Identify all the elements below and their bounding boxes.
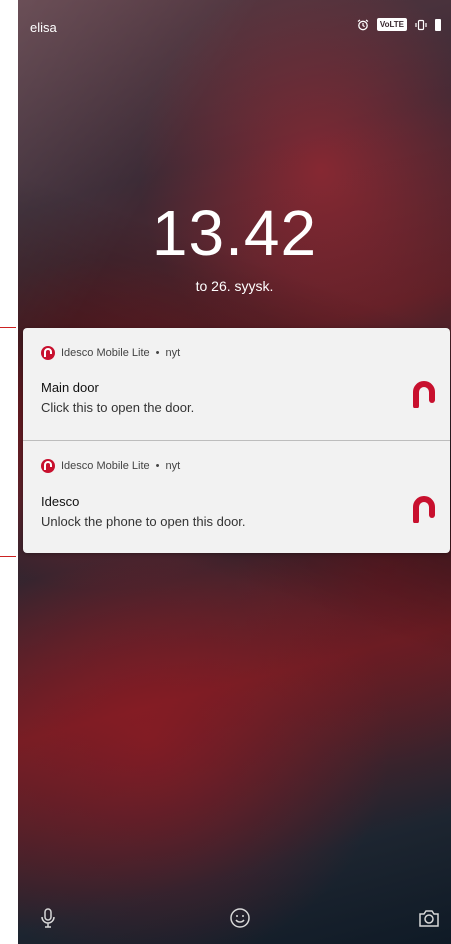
notification-title: Main door xyxy=(41,380,99,395)
status-icons: VoLTE xyxy=(357,18,441,31)
camera-icon[interactable] xyxy=(417,906,441,930)
notification-app-name: Idesco Mobile Lite xyxy=(61,460,150,472)
lock-screen: elisa VoLTE 13.42 to 26. syysk. Idesco M… xyxy=(18,0,451,944)
notification-text: Unlock the phone to open this door. xyxy=(41,514,246,529)
notification-title: Idesco xyxy=(41,494,80,509)
microphone-icon[interactable] xyxy=(36,906,60,930)
lockscreen-clock: 13.42 xyxy=(151,197,318,269)
idesco-app-icon xyxy=(41,459,55,473)
notification-age: nyt xyxy=(165,460,181,472)
notification-age: nyt xyxy=(165,347,181,359)
idesco-logo-icon xyxy=(413,381,435,408)
notification-header: Idesco Mobile Lite • nyt xyxy=(41,346,180,360)
notification-header: Idesco Mobile Lite • nyt xyxy=(41,459,180,473)
carrier-name: elisa xyxy=(30,20,57,35)
lockscreen-shortcuts xyxy=(18,884,451,944)
guide-marker-bottom xyxy=(0,556,16,557)
notification-main-door[interactable]: Idesco Mobile Lite • nyt Main door Click… xyxy=(23,328,450,440)
notification-text: Click this to open the door. xyxy=(41,400,195,415)
notification-separator: • xyxy=(155,460,160,472)
notification-app-name: Idesco Mobile Lite xyxy=(61,347,150,359)
idesco-app-icon xyxy=(41,346,55,360)
vibrate-icon xyxy=(415,19,427,30)
guide-marker-top xyxy=(0,327,16,328)
battery-icon xyxy=(435,18,441,31)
alarm-icon xyxy=(357,19,369,30)
volte-badge: VoLTE xyxy=(376,18,407,31)
notification-separator: • xyxy=(155,347,160,359)
notification-idesco[interactable]: Idesco Mobile Lite • nyt Idesco Unlock t… xyxy=(23,440,450,553)
idesco-logo-icon xyxy=(413,496,435,523)
smiley-icon[interactable] xyxy=(228,906,252,930)
lockscreen-date: to 26. syysk. xyxy=(195,278,274,294)
notification-group: Idesco Mobile Lite • nyt Main door Click… xyxy=(23,328,450,553)
status-bar: elisa VoLTE xyxy=(18,0,451,40)
